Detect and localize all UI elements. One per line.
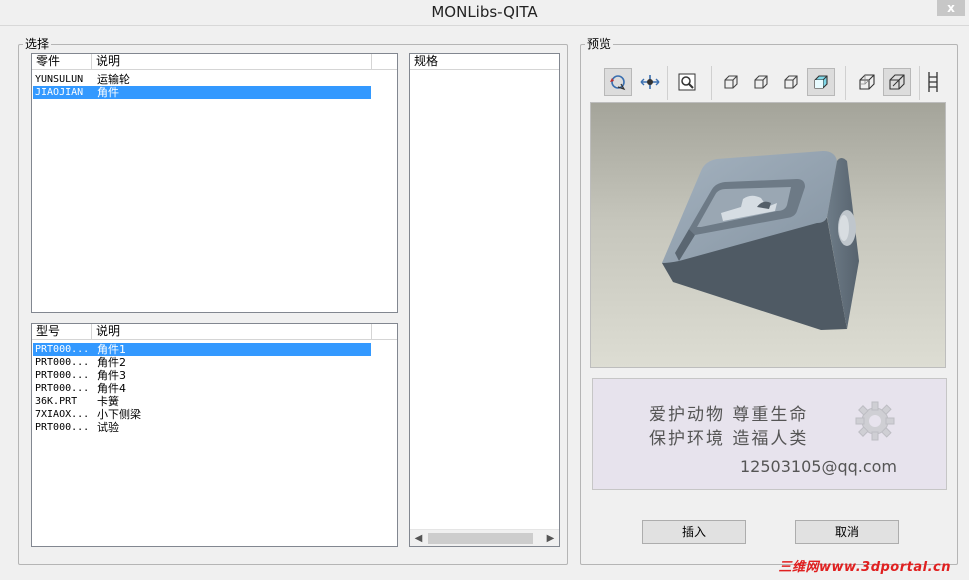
- item-name: YUNSULUN: [35, 74, 84, 85]
- toolbar-separator: [919, 66, 920, 100]
- spin-icon[interactable]: [604, 68, 632, 96]
- slogan-line-1: 爱护动物 尊重生命: [649, 405, 809, 425]
- scroll-thumb[interactable]: [428, 533, 533, 544]
- wireframe-view-icon[interactable]: [853, 68, 881, 96]
- list-item[interactable]: PRT000... 角件3: [33, 369, 371, 382]
- column-header-model[interactable]: 型号: [32, 324, 92, 340]
- more-icon[interactable]: [923, 68, 943, 96]
- pan-icon[interactable]: [636, 68, 664, 96]
- column-header-part[interactable]: 零件: [32, 54, 92, 70]
- gear-icon: [845, 398, 905, 444]
- spec-list[interactable]: 规格 ◀ ▶: [409, 53, 560, 547]
- list-item[interactable]: PRT000... 角件2: [33, 356, 371, 369]
- parts-list[interactable]: 零件 说明 YUNSULUN 运输轮 JIAOJIAN 角件: [31, 53, 398, 313]
- site-watermark: 三维网www.3dportal.cn: [778, 560, 951, 575]
- list-item[interactable]: PRT000... 角件1: [33, 343, 371, 356]
- contact-email: 12503105@qq.com: [740, 457, 898, 476]
- insert-button[interactable]: 插入: [642, 520, 746, 544]
- hidden-line-view-icon[interactable]: [883, 68, 911, 96]
- close-button[interactable]: x: [937, 0, 965, 16]
- item-description: 小下侧梁: [97, 408, 141, 421]
- column-header-spec[interactable]: 规格: [410, 54, 559, 70]
- toolbar-separator: [667, 66, 668, 100]
- item-description: 角件2: [97, 356, 126, 369]
- select-group-label: 选择: [23, 37, 52, 51]
- toolbar-separator: [845, 66, 846, 100]
- list-item[interactable]: 36K.PRT 卡簧: [33, 395, 371, 408]
- view-back-icon[interactable]: [747, 68, 775, 96]
- model-preview-viewport[interactable]: [590, 102, 946, 368]
- preview-group-label: 预览: [585, 37, 614, 51]
- slogan-line-2: 保护环境 造福人类: [649, 429, 809, 449]
- item-name: PRT000...: [35, 357, 90, 368]
- view-toolbar: [601, 66, 945, 100]
- scroll-left-icon[interactable]: ◀: [410, 530, 427, 546]
- item-name: PRT000...: [35, 370, 90, 381]
- list-item[interactable]: PRT000... 试验: [33, 421, 371, 434]
- column-header-description[interactable]: 说明: [92, 324, 372, 340]
- item-description: 运输轮: [97, 73, 130, 86]
- item-description: 角件3: [97, 369, 126, 382]
- view-front-icon[interactable]: [717, 68, 745, 96]
- item-name: PRT000...: [35, 422, 90, 433]
- list-item[interactable]: PRT000... 角件4: [33, 382, 371, 395]
- item-name: 7XIAOX...: [35, 409, 90, 420]
- spec-list-header: 规格: [410, 54, 559, 70]
- horizontal-scrollbar[interactable]: ◀ ▶: [410, 529, 559, 546]
- toolbar-separator: [711, 66, 712, 100]
- list-item[interactable]: JIAOJIAN 角件: [33, 86, 371, 99]
- item-description: 卡簧: [97, 395, 119, 408]
- item-description: 试验: [97, 421, 119, 434]
- models-list[interactable]: 型号 说明 PRT000... 角件1 PRT000... 角件2 PRT000... 角…: [31, 323, 398, 547]
- zoom-window-icon[interactable]: [673, 68, 701, 96]
- view-side-icon[interactable]: [777, 68, 805, 96]
- item-name: PRT000...: [35, 383, 90, 394]
- item-description: 角件4: [97, 382, 126, 395]
- models-list-header: 型号 说明: [32, 324, 397, 340]
- item-name: PRT000...: [35, 344, 90, 355]
- info-panel: 爱护动物 尊重生命 保护环境 造福人类 12503105@qq.com: [592, 378, 947, 490]
- corner-fitting-model: [662, 151, 859, 330]
- column-header-description[interactable]: 说明: [92, 54, 372, 70]
- cancel-button[interactable]: 取消: [795, 520, 899, 544]
- list-item[interactable]: 7XIAOX... 小下侧梁: [33, 408, 371, 421]
- window-title: MONLibs-QITA: [431, 3, 538, 21]
- item-description: 角件: [97, 86, 119, 99]
- parts-list-header: 零件 说明: [32, 54, 397, 70]
- item-description: 角件1: [97, 343, 126, 356]
- title-bar: MONLibs-QITA x: [0, 0, 969, 26]
- shaded-view-icon[interactable]: [807, 68, 835, 96]
- list-item[interactable]: YUNSULUN 运输轮: [33, 73, 371, 86]
- scroll-right-icon[interactable]: ▶: [542, 530, 559, 546]
- item-name: 36K.PRT: [35, 396, 78, 407]
- item-name: JIAOJIAN: [35, 87, 84, 98]
